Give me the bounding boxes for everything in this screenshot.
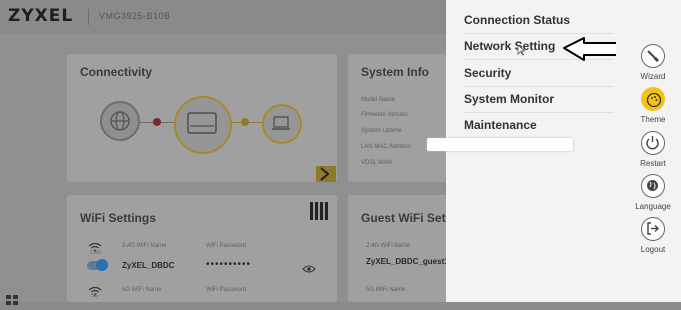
wizard-icon[interactable] (641, 44, 665, 68)
system-info-title: System Info (361, 65, 430, 79)
wifi-icon (88, 283, 102, 296)
sysinfo-label: VDSL WAN (361, 160, 392, 166)
band-label: 2.4G (90, 250, 101, 256)
header-divider (88, 9, 89, 25)
sysinfo-label: LAN MAC Address (361, 144, 412, 150)
chevron-right-icon[interactable] (316, 166, 336, 182)
language-icon[interactable] (641, 174, 665, 198)
eye-icon[interactable] (302, 261, 316, 273)
restart-label: Restart (640, 159, 666, 168)
qr-code-icon[interactable] (310, 202, 328, 220)
sysinfo-label: System Uptime (361, 128, 402, 134)
router-icon (174, 96, 232, 154)
band-label: 5G (91, 293, 98, 299)
mouse-cursor-icon (517, 43, 526, 56)
wizard-label: Wizard (640, 72, 666, 81)
globe-icon (100, 101, 140, 141)
guest-name-label: 5G WiFi Name (366, 287, 406, 293)
wifi-ssid: ZyXEL_DBDC (122, 261, 175, 270)
menu-security[interactable]: Security (464, 60, 614, 87)
redaction-bar (427, 138, 573, 151)
connectivity-title: Connectivity (80, 65, 153, 79)
wifi-password: •••••••••• (206, 259, 252, 270)
wifi-name-label: 5G WiFi Name (122, 287, 162, 293)
menu-connection-status[interactable]: Connection Status (464, 7, 614, 34)
language-label: Language (635, 202, 671, 211)
theme-label: Theme (640, 115, 666, 124)
wifi-name-label: 2.4G WiFi Name (122, 243, 167, 249)
wan-status-dot (153, 118, 161, 126)
wifi-password-label: WiFi Password (206, 287, 247, 293)
wifi-title: WiFi Settings (80, 211, 156, 225)
laptop-icon (262, 104, 302, 144)
wifi-settings-card: WiFi Settings (67, 195, 337, 302)
guest-name-label: 2.4G WiFi Name (366, 243, 411, 249)
wifi-password-label: WiFi Password (206, 243, 247, 249)
menu-system-monitor[interactable]: System Monitor (464, 86, 614, 113)
logout-label: Logout (640, 245, 666, 254)
wifi-toggle[interactable] (87, 259, 108, 271)
guest-ssid: ZyXEL_DBDC_guest1 (366, 257, 449, 266)
zyxel-logo: ZYXEL (8, 6, 74, 26)
menu-maintenance[interactable]: Maintenance (464, 112, 614, 138)
restart-icon[interactable] (641, 131, 665, 155)
theme-icon[interactable] (641, 87, 665, 111)
wifi-icon (88, 239, 102, 252)
logout-icon[interactable] (641, 217, 665, 241)
grid-icon[interactable] (6, 292, 18, 305)
sysinfo-label: Model Name (361, 97, 396, 103)
model-name: VMG3925-B10B (99, 11, 171, 21)
lan-status-dot (241, 118, 249, 126)
sysinfo-label: Firmware Version (361, 112, 408, 118)
